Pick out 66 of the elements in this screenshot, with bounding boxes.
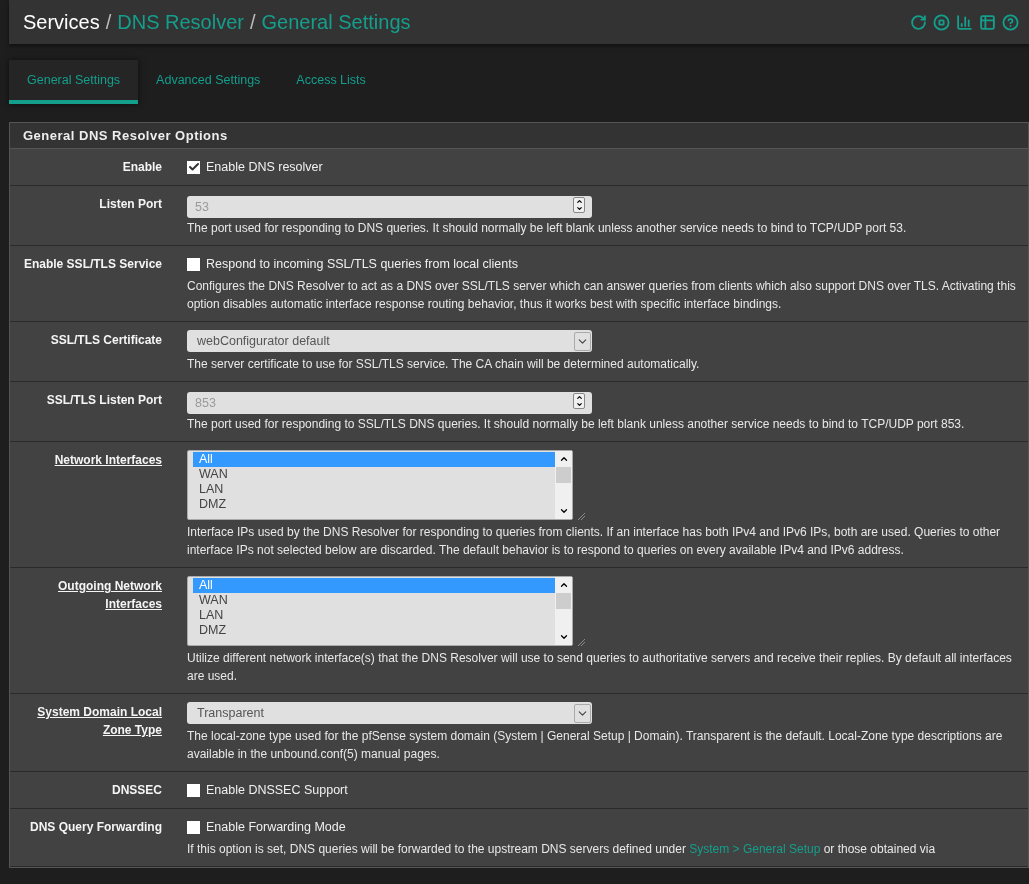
- field-label: DNS Query Forwarding: [28, 819, 162, 836]
- resize-grip-icon: [578, 513, 585, 520]
- tab[interactable]: Advanced Settings: [138, 60, 279, 104]
- page-title: General Settings: [261, 10, 411, 35]
- checkbox[interactable]: [187, 257, 200, 271]
- breadcrumb-link[interactable]: DNS Resolver: [117, 7, 244, 37]
- field-label: Enable SSL/TLS Service: [22, 256, 162, 273]
- stop-icon[interactable]: [933, 13, 950, 31]
- chevron-down-icon[interactable]: [558, 632, 569, 642]
- help-icon[interactable]: [1002, 13, 1019, 31]
- field-label[interactable]: Outgoing Network Interfaces: [10, 577, 162, 613]
- help-text: Interface IPs used by the DNS Resolver for responding to queries from clients. If an interface has both IPv4 and IPv6 IPs, both are used. Queries to other interface IPs not selected below are discarded. The default behavior is to respond to queries on every available IPv4 and IPv6 address.: [187, 524, 1002, 559]
- scrollbar[interactable]: [555, 577, 572, 645]
- breadcrumb-separator: /: [105, 10, 112, 35]
- checkbox-label: Enable DNSSEC Support: [206, 781, 348, 799]
- help-text: The port used for responding to DNS queries. It should normally be left blank unless another service needs to bind to TCP/UDP port 53.: [187, 220, 908, 237]
- checkbox[interactable]: [187, 783, 200, 797]
- help-text: The local-zone type used for the pfSense system domain (System | General Setup | Domain). Transparent is the default. Local-Zone type descriptions are available in the unbound.conf(5) manual pages.: [187, 728, 1004, 763]
- field-label: Enable: [121, 159, 162, 176]
- chevron-up-icon[interactable]: [558, 580, 569, 590]
- spinner-icon[interactable]: [573, 393, 585, 409]
- tab[interactable]: Access Lists: [278, 60, 384, 104]
- table-icon[interactable]: [979, 13, 996, 31]
- listbox-option[interactable]: LAN: [193, 608, 555, 623]
- field-label[interactable]: System Domain Local Zone Type: [10, 703, 162, 739]
- checkbox[interactable]: [187, 160, 200, 174]
- caret-icon: [574, 703, 591, 723]
- spinner-icon[interactable]: [573, 197, 585, 213]
- breadcrumb-separator: /: [249, 10, 256, 35]
- resize-grip-icon: [578, 639, 585, 646]
- listbox-option[interactable]: DMZ: [193, 623, 555, 638]
- listbox-option[interactable]: LAN: [193, 482, 555, 497]
- interface-listbox[interactable]: All WAN LAN DMZ: [187, 576, 573, 646]
- field-label: Listen Port: [98, 196, 162, 213]
- help-text: If this option is set, DNS queries will be forwarded to the upstream DNS servers defined under System > General Setup or those obtained via: [187, 841, 937, 858]
- listbox-option[interactable]: WAN: [193, 467, 555, 482]
- checkbox-label: Enable Forwarding Mode: [206, 818, 346, 836]
- chevron-up-icon[interactable]: [558, 454, 569, 464]
- field-label[interactable]: Network Interfaces: [10, 451, 162, 469]
- field-label: DNSSEC: [111, 782, 162, 799]
- port-input[interactable]: 53: [187, 196, 592, 218]
- field-label: SSL/TLS Certificate: [49, 332, 162, 349]
- breadcrumb-text: Services: [23, 10, 100, 35]
- field-label: SSL/TLS Listen Port: [45, 392, 162, 409]
- restart-icon[interactable]: [910, 13, 927, 31]
- panel-title: General DNS Resolver Options: [23, 126, 228, 145]
- help-text: The server certificate to use for SSL/TLS service. The CA chain will be determined automatically.: [187, 356, 701, 373]
- interface-listbox[interactable]: All WAN LAN DMZ: [187, 450, 573, 520]
- checkbox-label: Enable DNS resolver: [206, 158, 323, 176]
- help-text: The port used for responding to SSL/TLS DNS queries. It should normally be left blank unless another service needs to bind to TCP/UDP port 853.: [187, 416, 966, 433]
- tab[interactable]: General Settings: [9, 60, 139, 104]
- checkbox[interactable]: [187, 820, 200, 834]
- scrollbar[interactable]: [555, 451, 572, 519]
- scrollbar-thumb[interactable]: [556, 593, 571, 609]
- scrollbar-thumb[interactable]: [556, 467, 571, 483]
- checkbox-label: Respond to incoming SSL/TLS queries from local clients: [206, 255, 518, 273]
- listbox-option[interactable]: DMZ: [193, 497, 555, 512]
- listbox-option[interactable]: WAN: [193, 593, 555, 608]
- caret-icon: [574, 331, 591, 351]
- port-input[interactable]: 853: [187, 392, 592, 414]
- bar-chart-icon[interactable]: [956, 13, 973, 31]
- chevron-down-icon[interactable]: [558, 506, 569, 516]
- select-dropdown[interactable]: webConfigurator default: [187, 330, 592, 352]
- select-dropdown[interactable]: Transparent: [187, 702, 592, 724]
- help-text: Configures the DNS Resolver to act as a DNS over SSL/TLS server which can answer queries from clients which also support DNS over TLS. Activating this option disables automatic interface response routing behavior, thus it works best with specific interface bindings.: [187, 278, 1017, 313]
- help-text: Utilize different network interface(s) that the DNS Resolver will use to send queries to authoritative servers and receive their replies. By default all interfaces are used.: [187, 650, 1013, 685]
